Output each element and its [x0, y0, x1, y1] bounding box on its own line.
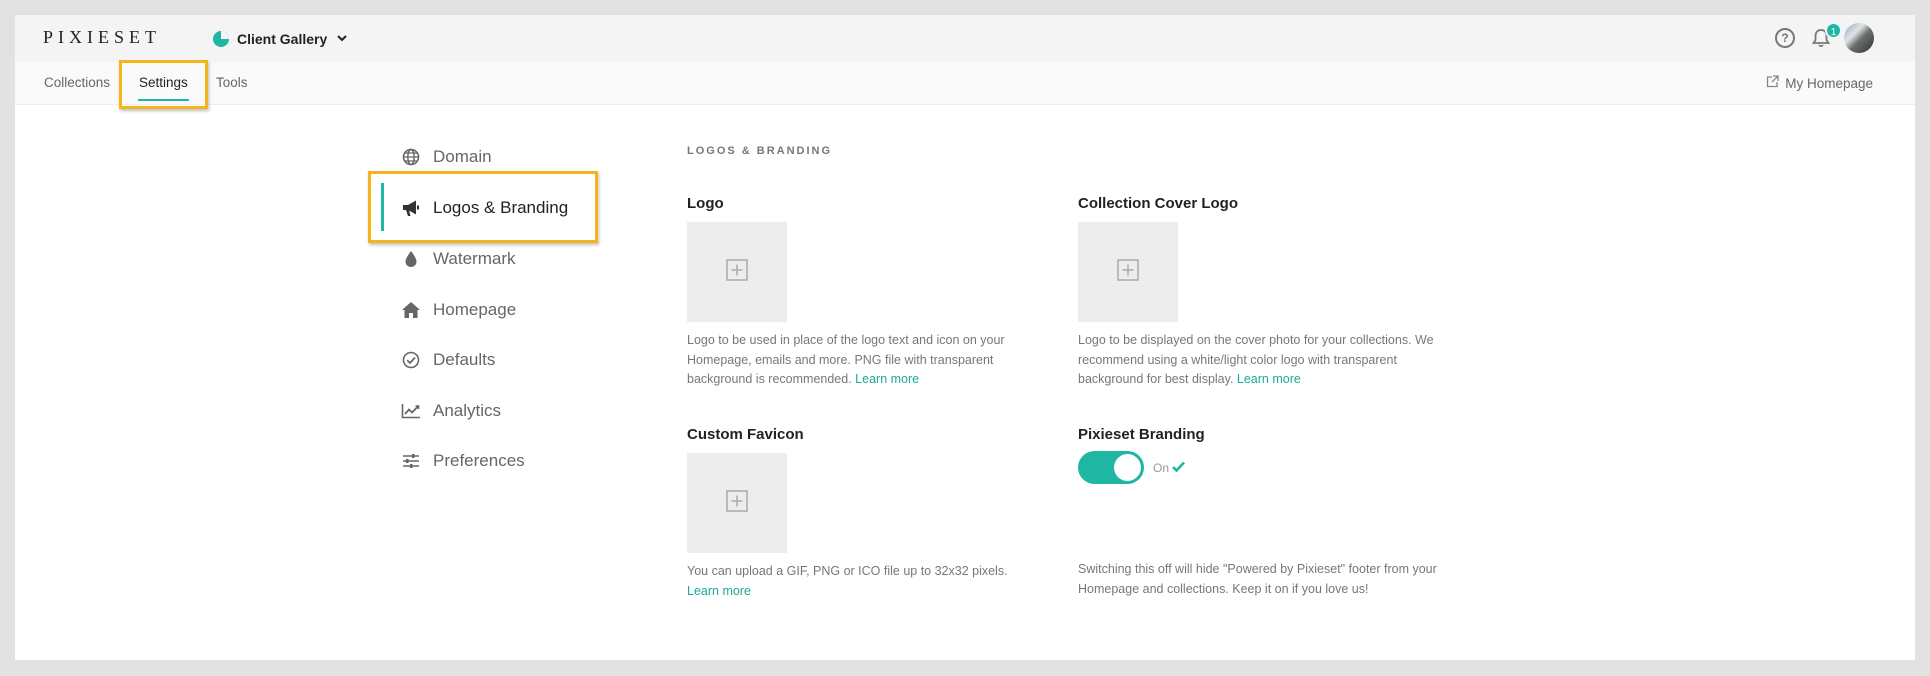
notification-badge: 1 — [1825, 22, 1842, 39]
branding-toggle[interactable] — [1078, 451, 1144, 484]
plus-square-icon — [726, 258, 748, 286]
sidebar-item-watermark[interactable]: Watermark — [401, 244, 516, 274]
sidebar-item-label: Logos & Branding — [433, 198, 569, 217]
sidebar-item-domain[interactable]: Domain — [401, 142, 492, 172]
sidebar-item-label: Defaults — [433, 350, 496, 369]
client-gallery-icon — [213, 31, 229, 47]
app-switcher-label: Client Gallery — [237, 31, 328, 47]
branding-description: Switching this off will hide "Powered by… — [1078, 562, 1437, 596]
my-homepage-link[interactable]: My Homepage — [1766, 75, 1873, 91]
branding-label: Pixieset Branding — [1078, 426, 1205, 443]
check-circle-icon — [401, 350, 421, 370]
settings-tab-highlight — [119, 60, 208, 109]
cover-logo-learn-more-link[interactable]: Learn more — [1237, 372, 1301, 386]
logo-learn-more-link[interactable]: Learn more — [855, 372, 919, 386]
external-link-icon — [1766, 75, 1779, 91]
logo-description: Logo to be used in place of the logo tex… — [687, 331, 1027, 390]
section-heading: LOGOS & BRANDING — [687, 145, 833, 157]
favicon-learn-more-link[interactable]: Learn more — [687, 584, 751, 598]
sliders-icon — [401, 451, 421, 471]
logo-label: Logo — [687, 195, 724, 212]
app-window: PIXIESET Client Gallery ? 1 Collections … — [15, 15, 1915, 660]
my-homepage-label: My Homepage — [1785, 75, 1873, 91]
sidebar-item-defaults[interactable]: Defaults — [401, 345, 495, 375]
top-bar: PIXIESET Client Gallery ? 1 — [15, 15, 1915, 62]
cover-logo-label: Collection Cover Logo — [1078, 195, 1239, 212]
sidebar-item-label: Preferences — [433, 451, 525, 470]
sidebar-item-label: Domain — [433, 147, 492, 166]
toggle-knob — [1114, 454, 1141, 481]
plus-square-icon — [726, 489, 748, 517]
sidebar-item-analytics[interactable]: Analytics — [401, 396, 501, 426]
megaphone-icon — [401, 198, 421, 218]
tab-collections[interactable]: Collections — [44, 75, 110, 90]
tab-tools[interactable]: Tools — [216, 75, 248, 90]
help-icon[interactable]: ? — [1775, 28, 1795, 48]
sidebar-item-homepage[interactable]: Homepage — [401, 295, 516, 325]
chart-line-icon — [401, 401, 421, 421]
plus-square-icon — [1117, 258, 1139, 286]
checkmark-icon — [1172, 461, 1185, 475]
toggle-state: On — [1153, 461, 1185, 475]
avatar[interactable] — [1844, 23, 1874, 53]
droplet-icon — [401, 249, 421, 269]
favicon-label: Custom Favicon — [687, 426, 804, 443]
sidebar-item-preferences[interactable]: Preferences — [401, 446, 525, 476]
cover-logo-upload-box[interactable] — [1078, 222, 1178, 322]
sidebar-item-label: Analytics — [433, 401, 502, 420]
cover-logo-description: Logo to be displayed on the cover photo … — [1078, 331, 1443, 390]
sidebar-item-logos-branding[interactable]: Logos & Branding — [401, 193, 568, 223]
logo-upload-box[interactable] — [687, 222, 787, 322]
favicon-description: You can upload a GIF, PNG or ICO file up… — [687, 562, 1027, 601]
toggle-state-label: On — [1153, 461, 1170, 475]
app-switcher[interactable]: Client Gallery — [213, 28, 347, 50]
favicon-upload-box[interactable] — [687, 453, 787, 553]
home-icon — [401, 300, 421, 320]
globe-icon — [401, 147, 421, 167]
sub-nav: Collections Settings Tools My Homepage — [15, 62, 1915, 105]
favicon-description-text: You can upload a GIF, PNG or ICO file up… — [687, 564, 1008, 578]
chevron-down-icon — [337, 33, 347, 45]
brand-logo[interactable]: PIXIESET — [43, 27, 161, 48]
logo-description-text: Logo to be used in place of the logo tex… — [687, 333, 1005, 386]
sidebar-item-label: Watermark — [433, 249, 516, 268]
sidebar-item-label: Homepage — [433, 300, 517, 319]
